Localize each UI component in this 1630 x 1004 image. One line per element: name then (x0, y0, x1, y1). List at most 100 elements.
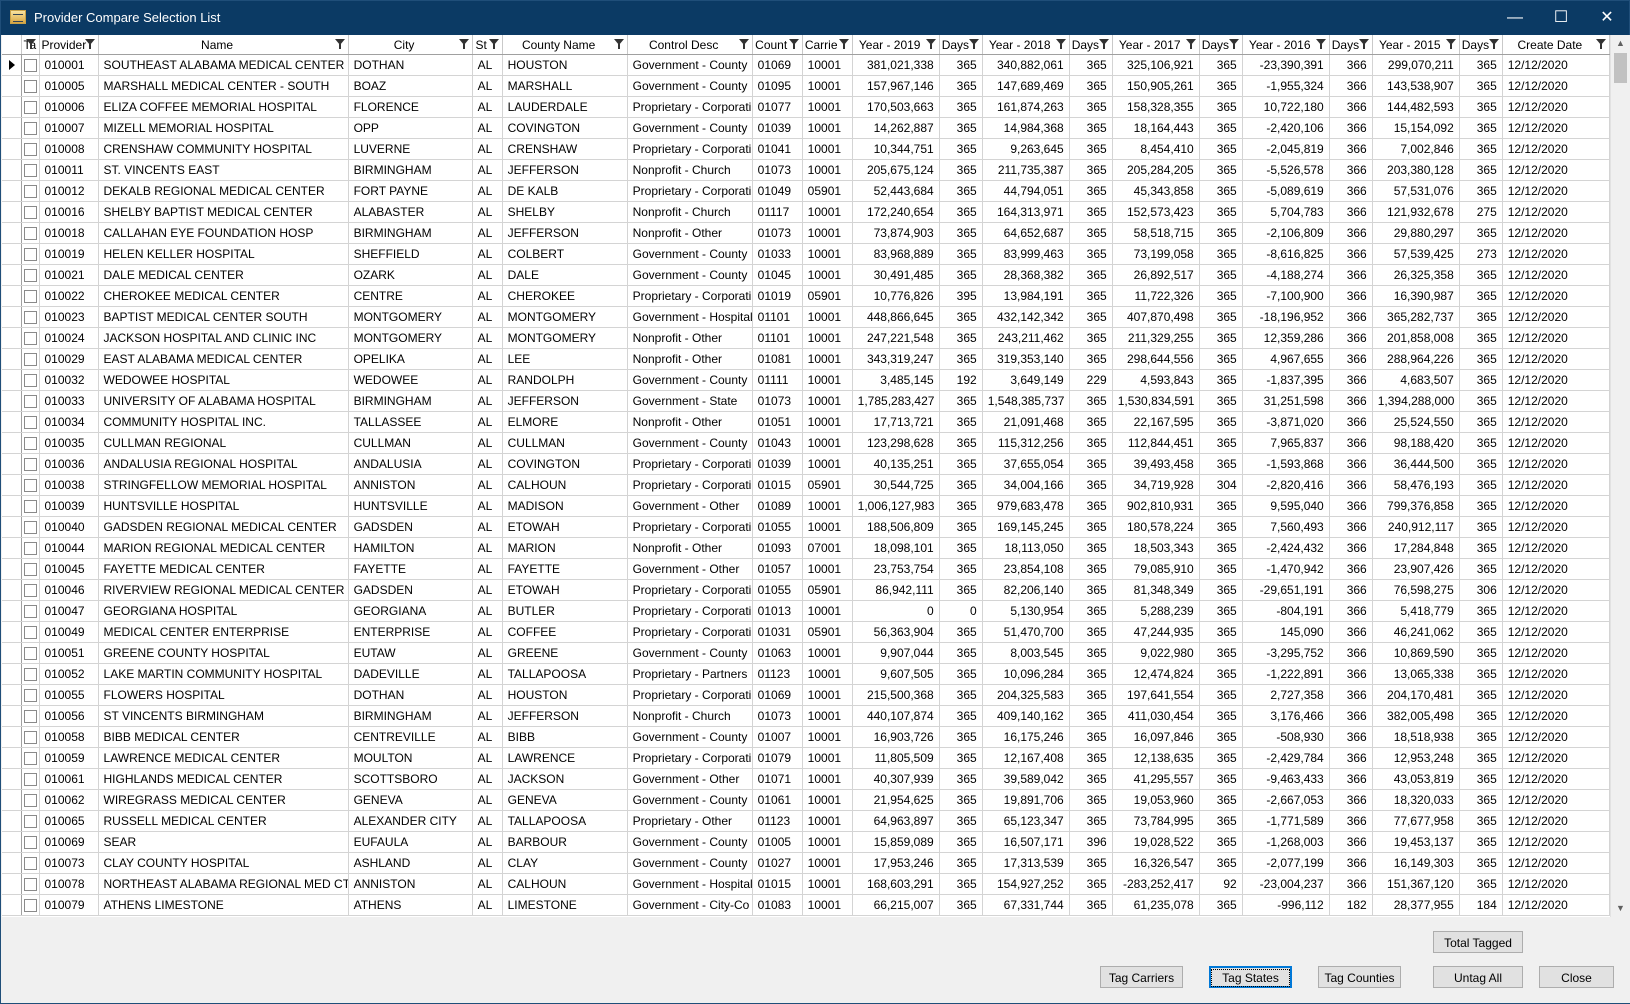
cell-days-2019[interactable]: 365 (939, 558, 983, 580)
cell-create-date[interactable]: 12/12/2020 (1502, 201, 1610, 223)
cell-days-2017[interactable]: 365 (1199, 684, 1243, 706)
filter-icon[interactable] (1488, 39, 1499, 49)
cell-year-2019[interactable]: 247,221,548 (852, 327, 940, 349)
cell-year-2018[interactable]: 979,683,478 (982, 495, 1070, 517)
cell-city[interactable]: CENTRE (348, 285, 473, 307)
cell-carrier[interactable]: 10001 (802, 747, 853, 769)
cell-year-2015[interactable]: 25,524,550 (1372, 411, 1460, 433)
row-header[interactable] (2, 705, 22, 727)
cell-county-name[interactable]: COLBERT (502, 243, 628, 265)
cell-carrier[interactable]: 10001 (802, 96, 853, 118)
cell-city[interactable]: GADSDEN (348, 516, 473, 538)
cell-days-2017[interactable]: 365 (1199, 390, 1243, 412)
cell-year-2018[interactable]: 39,589,042 (982, 768, 1070, 790)
cell-provider[interactable]: 010012 (39, 180, 99, 202)
cell-provider[interactable]: 010007 (39, 117, 99, 139)
cell-carrier[interactable]: 10001 (802, 684, 853, 706)
cell-year-2019[interactable]: 157,967,146 (852, 75, 940, 97)
cell-county-code[interactable]: 01083 (752, 894, 803, 916)
cell-create-date[interactable]: 12/12/2020 (1502, 558, 1610, 580)
cell-control-desc[interactable]: Nonprofit - Church (627, 159, 753, 181)
cell-days-2016[interactable]: 366 (1329, 873, 1373, 895)
cell-county-code[interactable]: 01079 (752, 747, 803, 769)
cell-carrier[interactable]: 10001 (802, 390, 853, 412)
cell-year-2019[interactable]: 14,262,887 (852, 117, 940, 139)
cell-county-code[interactable]: 01081 (752, 348, 803, 370)
table-row[interactable]: 010016 SHELBY BAPTIST MEDICAL CENTER ALABA… (2, 201, 1610, 223)
cell-name[interactable]: CULLMAN REGIONAL (98, 432, 349, 454)
cell-days-2019[interactable]: 365 (939, 663, 983, 685)
cell-provider[interactable]: 010032 (39, 369, 99, 391)
cell-days-2017[interactable]: 365 (1199, 894, 1243, 916)
cell-year-2018[interactable]: 14,984,368 (982, 117, 1070, 139)
cell-days-2019[interactable]: 365 (939, 243, 983, 265)
cell-control-desc[interactable]: Proprietary - Corporati (627, 579, 753, 601)
cell-year-2017[interactable]: 902,810,931 (1112, 495, 1200, 517)
cell-control-desc[interactable]: Proprietary - Corporati (627, 516, 753, 538)
cell-create-date[interactable]: 12/12/2020 (1502, 453, 1610, 475)
cell-state[interactable]: AL (472, 663, 503, 685)
tag-checkbox[interactable] (23, 59, 37, 73)
tag-checkbox[interactable] (23, 164, 37, 178)
table-row[interactable]: 010022 CHEROKEE MEDICAL CENTER CENTRE AL CHE… (2, 285, 1610, 307)
cell-name[interactable]: RUSSELL MEDICAL CENTER (98, 810, 349, 832)
table-row[interactable]: 010018 CALLAHAN EYE FOUNDATION HOSP BIRMIN… (2, 222, 1610, 244)
cell-county-code[interactable]: 01019 (752, 285, 803, 307)
table-row[interactable]: 010045 FAYETTE MEDICAL CENTER FAYETTE AL FAY… (2, 558, 1610, 580)
filter-icon[interactable] (838, 39, 849, 49)
cell-carrier[interactable]: 10001 (802, 642, 853, 664)
cell-days-2015[interactable]: 365 (1459, 285, 1503, 307)
cell-county-code[interactable]: 01073 (752, 705, 803, 727)
tag-checkbox[interactable] (23, 143, 37, 157)
cell-year-2015[interactable]: 4,683,507 (1372, 369, 1460, 391)
cell-control-desc[interactable]: Government - County (627, 831, 753, 853)
cell-days-2019[interactable]: 192 (939, 369, 983, 391)
tag-checkbox[interactable] (23, 290, 37, 304)
cell-year-2018[interactable]: 154,927,252 (982, 873, 1070, 895)
cell-days-2015[interactable]: 365 (1459, 159, 1503, 181)
cell-year-2019[interactable]: 10,344,751 (852, 138, 940, 160)
row-header[interactable] (2, 411, 22, 433)
cell-year-2017[interactable]: -283,252,417 (1112, 873, 1200, 895)
cell-year-2019[interactable]: 64,963,897 (852, 810, 940, 832)
cell-days-2019[interactable]: 365 (939, 579, 983, 601)
table-row[interactable]: 010062 WIREGRASS MEDICAL CENTER GENEVA AL GE… (2, 789, 1610, 811)
row-header[interactable] (2, 390, 22, 412)
cell-days-2016[interactable]: 366 (1329, 621, 1373, 643)
cell-year-2018[interactable]: 319,353,140 (982, 348, 1070, 370)
cell-county-name[interactable]: DE KALB (502, 180, 628, 202)
table-row[interactable]: 010007 MIZELL MEMORIAL HOSPITAL OPP AL COVIN… (2, 117, 1610, 139)
cell-control-desc[interactable]: Government - County (627, 54, 753, 76)
cell-days-2018[interactable]: 365 (1069, 390, 1113, 412)
cell-year-2016[interactable]: -7,100,900 (1242, 285, 1330, 307)
row-header[interactable] (2, 495, 22, 517)
cell-create-date[interactable]: 12/12/2020 (1502, 411, 1610, 433)
cell-year-2018[interactable]: 432,142,342 (982, 306, 1070, 328)
cell-days-2018[interactable]: 365 (1069, 264, 1113, 286)
cell-county-code[interactable]: 01007 (752, 726, 803, 748)
cell-year-2017[interactable]: 61,235,078 (1112, 894, 1200, 916)
cell-days-2017[interactable]: 365 (1199, 621, 1243, 643)
column-header-carrier[interactable]: Carrie (802, 35, 853, 55)
cell-days-2016[interactable]: 366 (1329, 411, 1373, 433)
cell-days-2019[interactable]: 365 (939, 537, 983, 559)
cell-create-date[interactable]: 12/12/2020 (1502, 894, 1610, 916)
cell-days-2019[interactable]: 365 (939, 222, 983, 244)
cell-city[interactable]: ANDALUSIA (348, 453, 473, 475)
column-header-days-2017[interactable]: Days (1199, 35, 1243, 55)
filter-icon[interactable] (1315, 39, 1326, 49)
cell-name[interactable]: LAWRENCE MEDICAL CENTER (98, 747, 349, 769)
row-header[interactable] (2, 789, 22, 811)
column-header-state[interactable]: St (472, 35, 503, 55)
column-header-provider[interactable]: Provider (39, 35, 99, 55)
cell-days-2017[interactable]: 365 (1199, 600, 1243, 622)
cell-days-2015[interactable]: 365 (1459, 348, 1503, 370)
cell-year-2016[interactable]: -996,112 (1242, 894, 1330, 916)
cell-days-2019[interactable]: 365 (939, 306, 983, 328)
row-header[interactable] (2, 138, 22, 160)
cell-name[interactable]: MIZELL MEMORIAL HOSPITAL (98, 117, 349, 139)
cell-year-2017[interactable]: 73,199,058 (1112, 243, 1200, 265)
cell-city[interactable]: FAYETTE (348, 558, 473, 580)
cell-days-2016[interactable]: 366 (1329, 663, 1373, 685)
vertical-scrollbar[interactable]: ▲ ▼ (1610, 35, 1630, 917)
